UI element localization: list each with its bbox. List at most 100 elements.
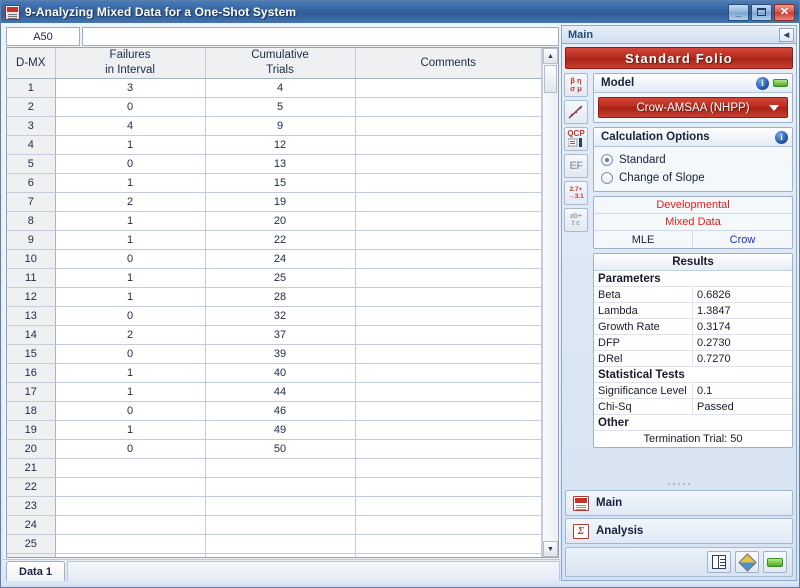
table-row[interactable]: 21 — [7, 458, 542, 478]
table-row[interactable]: 23 — [7, 496, 542, 516]
cell-cumulative-trials[interactable] — [205, 534, 356, 554]
scroll-down-button[interactable]: ▼ — [543, 541, 558, 557]
column-header-cumulative[interactable]: Cumulative Trials — [205, 48, 356, 79]
info-icon[interactable]: i — [775, 130, 788, 144]
cell-comments[interactable] — [355, 135, 542, 155]
cell-cumulative-trials[interactable] — [205, 515, 356, 535]
cell-cumulative-trials[interactable]: 20 — [205, 211, 356, 231]
row-header-cell[interactable]: 24 — [7, 515, 56, 535]
cell-failures-in-interval[interactable] — [55, 553, 206, 557]
cell-cumulative-trials[interactable]: 15 — [205, 173, 356, 193]
table-row[interactable]: 17 1 44 — [7, 382, 542, 402]
maximize-button[interactable] — [751, 3, 772, 21]
table-row[interactable]: 11 1 25 — [7, 268, 542, 288]
radio-option-standard[interactable]: Standard — [598, 151, 788, 169]
cell-comments[interactable] — [355, 496, 542, 516]
cell-failures-in-interval[interactable]: 0 — [55, 97, 206, 117]
cell-comments[interactable] — [355, 420, 542, 440]
table-row[interactable]: 8 1 20 — [7, 211, 542, 231]
cell-failures-in-interval[interactable]: 1 — [55, 230, 206, 250]
ef-icon[interactable]: EF — [564, 154, 588, 178]
cell-failures-in-interval[interactable]: 1 — [55, 211, 206, 231]
scroll-up-button[interactable]: ▲ — [543, 48, 558, 64]
table-row[interactable]: 15 0 39 — [7, 344, 542, 364]
cell-failures-in-interval[interactable] — [55, 458, 206, 478]
table-row[interactable]: 26 — [7, 553, 542, 557]
cell-comments[interactable] — [355, 382, 542, 402]
table-row[interactable]: 134 — [7, 78, 542, 98]
close-button[interactable]: ✕ — [774, 3, 795, 21]
cell-failures-in-interval[interactable]: 0 — [55, 401, 206, 421]
cell-comments[interactable] — [355, 116, 542, 136]
cell-failures-in-interval[interactable]: 2 — [55, 192, 206, 212]
row-header-cell[interactable]: 13 — [7, 306, 56, 326]
table-row[interactable]: 12 1 28 — [7, 287, 542, 307]
cell-comments[interactable] — [355, 344, 542, 364]
minimize-button[interactable]: _ — [728, 3, 749, 21]
row-header-cell[interactable]: 25 — [7, 534, 56, 554]
table-row[interactable]: 13 0 32 — [7, 306, 542, 326]
row-header-cell[interactable]: 16 — [7, 363, 56, 383]
cell-comments[interactable] — [355, 78, 542, 98]
cell-comments[interactable] — [355, 211, 542, 231]
table-row[interactable]: 14 2 37 — [7, 325, 542, 345]
row-header-cell[interactable]: 20 — [7, 439, 56, 459]
cell-cumulative-trials[interactable]: 40 — [205, 363, 356, 383]
cell-comments[interactable] — [355, 477, 542, 497]
cell-failures-in-interval[interactable]: 1 — [55, 382, 206, 402]
cell-cumulative-trials[interactable] — [205, 496, 356, 516]
convert-units-icon[interactable]: 2.7+ →3.1 — [564, 181, 588, 205]
cell-cumulative-trials[interactable]: 46 — [205, 401, 356, 421]
cell-comments[interactable] — [355, 325, 542, 345]
cell-failures-in-interval[interactable]: 1 — [55, 135, 206, 155]
sheet-tab-data-1[interactable]: Data 1 — [6, 561, 66, 581]
row-header-cell[interactable]: 8 — [7, 211, 56, 231]
cell-comments[interactable] — [355, 154, 542, 174]
table-row[interactable]: 25 — [7, 534, 542, 554]
alt-units-icon[interactable]: ab+ t c — [564, 208, 588, 232]
cell-cumulative-trials[interactable]: 25 — [205, 268, 356, 288]
row-header-cell[interactable]: 21 — [7, 458, 56, 478]
scroll-track[interactable] — [543, 64, 558, 541]
cell-cumulative-trials[interactable]: 49 — [205, 420, 356, 440]
cell-comments[interactable] — [355, 287, 542, 307]
cell-cumulative-trials[interactable] — [205, 553, 356, 557]
cell-failures-in-interval[interactable]: 1 — [55, 420, 206, 440]
parameters-icon[interactable]: β η σ μ — [564, 73, 588, 97]
table-row[interactable]: 5 0 13 — [7, 154, 542, 174]
model-select-button[interactable]: Crow-AMSAA (NHPP) — [598, 97, 788, 118]
row-header-cell[interactable]: 1 — [7, 78, 56, 98]
table-row[interactable]: 349 — [7, 116, 542, 136]
row-header-cell[interactable]: 4 — [7, 135, 56, 155]
cell-cumulative-trials[interactable]: 32 — [205, 306, 356, 326]
cell-cumulative-trials[interactable]: 50 — [205, 439, 356, 459]
cell-comments[interactable] — [355, 306, 542, 326]
cell-reference-box[interactable]: A50 — [6, 27, 80, 46]
cell-cumulative-trials[interactable]: 39 — [205, 344, 356, 364]
table-row[interactable]: 24 — [7, 515, 542, 535]
cell-comments[interactable] — [355, 192, 542, 212]
grid-vertical-scrollbar[interactable]: ▲ ▼ — [542, 48, 558, 557]
show-result-icon[interactable] — [763, 551, 787, 573]
row-header-cell[interactable]: 6 — [7, 173, 56, 193]
table-row[interactable]: 6 1 15 — [7, 173, 542, 193]
cell-cumulative-trials[interactable]: 22 — [205, 230, 356, 250]
row-header-cell[interactable]: 17 — [7, 382, 56, 402]
row-header-cell[interactable]: 19 — [7, 420, 56, 440]
row-header-cell[interactable]: 2 — [7, 97, 56, 117]
cell-comments[interactable] — [355, 534, 542, 554]
cell-cumulative-trials[interactable] — [205, 477, 356, 497]
show-result-icon[interactable] — [773, 79, 788, 87]
column-header-failures[interactable]: Failures in Interval — [55, 48, 206, 79]
row-header-cell[interactable]: 14 — [7, 325, 56, 345]
table-row[interactable]: 10 0 24 — [7, 249, 542, 269]
row-header-cell[interactable]: 18 — [7, 401, 56, 421]
column-header-index[interactable]: D-MX — [7, 48, 56, 79]
scroll-thumb[interactable] — [544, 65, 557, 93]
radio-change-of-slope-indicator[interactable] — [601, 172, 613, 184]
cell-cumulative-trials[interactable] — [205, 458, 356, 478]
cell-failures-in-interval[interactable]: 1 — [55, 173, 206, 193]
row-header-cell[interactable]: 15 — [7, 344, 56, 364]
row-header-cell[interactable]: 10 — [7, 249, 56, 269]
row-header-cell[interactable]: 11 — [7, 268, 56, 288]
